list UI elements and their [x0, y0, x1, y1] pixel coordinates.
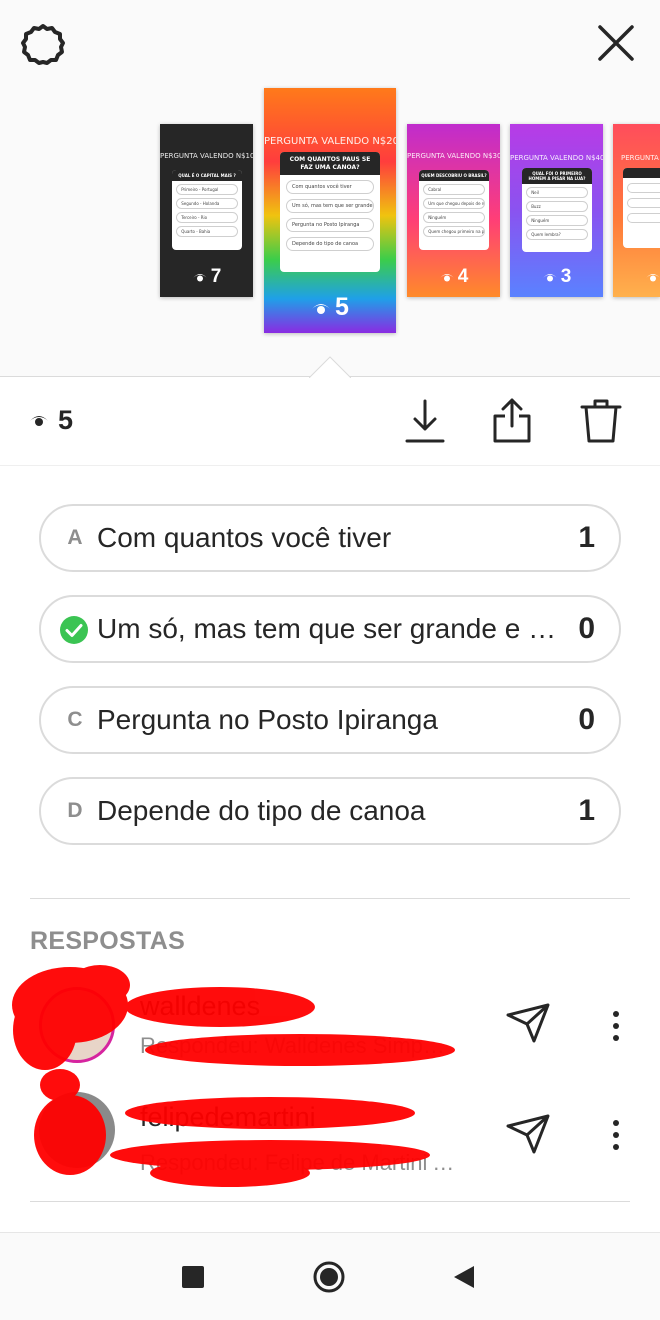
send-icon[interactable]: [506, 1003, 550, 1043]
thumbnail-question: QUAL É O CAPITAL MAIS ?: [172, 170, 242, 181]
view-count: 5: [58, 405, 74, 435]
option-text: Com quantos você tiver: [97, 522, 392, 553]
thumbnail-views-number: 3: [560, 266, 572, 287]
option-letter: D: [67, 799, 83, 822]
story-thumbnail-2-selected[interactable]: PERGUNTA VALENDO N$2000 COM QUANTOS PAUS…: [264, 88, 396, 333]
thumbnail-option: Terceiro - Rio: [176, 212, 238, 223]
avatar[interactable]: [39, 987, 115, 1063]
story-stats-bar: [0, 378, 660, 466]
thumbnail-poll-card: [623, 168, 660, 248]
thumbnail-poll-card: QUEM DESCOBRIU O BRASIL? Cabral Um que c…: [419, 170, 489, 250]
divider: [30, 1201, 630, 1202]
thumbnail-option: Cabral: [423, 184, 485, 195]
thumbnail-header: PERGUNTA VALENDO N$1000: [160, 152, 253, 160]
story-thumbnail-3[interactable]: PERGUNTA VALENDO N$3000 QUEM DESCOBRIU O…: [407, 124, 500, 297]
thumbnail-option: Primeiro - Portugal: [176, 184, 238, 195]
eye-icon: [192, 273, 207, 282]
thumbnail-option: [626, 183, 660, 193]
share-icon[interactable]: [491, 396, 533, 444]
thumbnail-view-count: 3: [510, 266, 603, 288]
poll-option-d[interactable]: D Depende do tipo de canoa 1: [39, 777, 621, 845]
thumbnail-views-number: 5: [335, 293, 349, 321]
response-row[interactable]: walldenes Respondeu: Walldenes Simpson..…: [0, 975, 660, 1075]
thumbnail-option: Quem lembra?: [526, 229, 588, 240]
option-count: 1: [578, 794, 595, 827]
thumbnail-view-count: 5: [264, 293, 396, 322]
story-thumbnail-1[interactable]: PERGUNTA VALENDO N$1000 QUAL É O CAPITAL…: [160, 124, 253, 297]
thumbnail-question: COM QUANTOS PAUS SE FAZ UMA CANOA?: [280, 152, 380, 175]
selection-pointer: [309, 356, 351, 378]
thumbnail-view-count: 7: [160, 266, 253, 288]
eye-icon: [439, 273, 454, 282]
recent-apps-square-icon[interactable]: [182, 1266, 204, 1288]
story-thumbnail-5[interactable]: PERGUNTA VALE: [613, 124, 660, 297]
thumbnail-option: Neil: [526, 187, 588, 198]
option-text: Depende do tipo de canoa: [97, 795, 426, 826]
response-subtitle: Respondeu: Felipe de Martini Amp...: [140, 1150, 455, 1175]
thumbnail-option: [626, 213, 660, 223]
option-text: Um só, mas tem que ser grande e grosso: [97, 613, 567, 644]
thumbnail-views-number: 7: [210, 266, 222, 287]
option-count: 1: [578, 521, 595, 554]
thumbnail-poll-card: QUAL FOI O PRIMEIRO HOMEM A PISAR NA LUA…: [522, 168, 592, 252]
home-circle-icon[interactable]: [312, 1260, 346, 1294]
eye-icon: [542, 273, 557, 282]
thumbnail-views-number: 4: [457, 266, 469, 287]
more-options-icon[interactable]: [606, 1118, 626, 1152]
thumbnail-option: Ninguém: [526, 215, 588, 226]
thumbnail-poll-card: QUAL É O CAPITAL MAIS ? Primeiro - Portu…: [172, 170, 242, 250]
more-options-icon[interactable]: [606, 1009, 626, 1043]
thumbnail-question: QUEM DESCOBRIU O BRASIL?: [419, 170, 489, 181]
eye-icon: [30, 416, 48, 426]
back-triangle-icon[interactable]: [452, 1264, 476, 1290]
thumbnail-option: Um só, mas tem que ser grande e grosso: [286, 199, 374, 213]
responses-title: RESPOSTAS: [30, 927, 186, 955]
thumbnail-header: PERGUNTA VALENDO N$2000: [264, 136, 396, 147]
settings-gear-icon[interactable]: [20, 22, 66, 68]
response-subtitle: Respondeu: Walldenes Simpson...: [140, 1033, 455, 1058]
thumbnail-view-count: 4: [407, 266, 500, 288]
thumbnail-option: Buzz: [526, 201, 588, 212]
thumbnail-option: Com quantos você tiver: [286, 180, 374, 194]
option-letter: C: [67, 708, 83, 731]
story-thumbnail-4[interactable]: PERGUNTA VALENDO N$4000 QUAL FOI O PRIME…: [510, 124, 603, 297]
eye-icon: [312, 304, 331, 315]
response-username[interactable]: felipedemartini: [140, 1102, 316, 1133]
poll-option-b-correct[interactable]: Um só, mas tem que ser grande e grosso 0: [39, 595, 621, 663]
option-letter: A: [67, 526, 83, 549]
divider: [30, 898, 630, 899]
close-icon[interactable]: [595, 22, 637, 64]
thumbnail-option: [626, 198, 660, 208]
thumbnail-option: Ninguém: [423, 212, 485, 223]
thumbnail-poll-card: COM QUANTOS PAUS SE FAZ UMA CANOA? Com q…: [280, 152, 380, 272]
trash-icon[interactable]: [580, 398, 622, 444]
thumbnail-header: PERGUNTA VALENDO N$4000: [510, 154, 603, 162]
response-row[interactable]: felipedemartini Respondeu: Felipe de Mar…: [0, 1082, 660, 1182]
download-icon[interactable]: [404, 398, 446, 444]
correct-check-icon: [60, 616, 88, 644]
eye-icon: [646, 274, 660, 282]
thumbnail-question: QUAL FOI O PRIMEIRO HOMEM A PISAR NA LUA…: [522, 168, 592, 184]
thumbnail-header: PERGUNTA VALENDO N$3000: [407, 152, 500, 160]
thumbnail-option: Quarto - Bahia: [176, 226, 238, 237]
thumbnail-option: Depende do tipo de canoa: [286, 237, 374, 251]
option-count: 0: [578, 612, 595, 645]
thumbnail-question: [623, 168, 660, 178]
poll-option-c[interactable]: C Pergunta no Posto Ipiranga 0: [39, 686, 621, 754]
thumbnail-header: PERGUNTA VALE: [621, 154, 660, 162]
thumbnail-option: Segundo - Holanda: [176, 198, 238, 209]
send-icon[interactable]: [506, 1114, 550, 1154]
thumbnail-option: Pergunta no Posto Ipiranga: [286, 218, 374, 232]
poll-option-a[interactable]: A Com quantos você tiver 1: [39, 504, 621, 572]
option-count: 0: [578, 703, 595, 736]
thumbnail-option: Um que chegou depois de navegar: [423, 198, 485, 209]
avatar[interactable]: [39, 1092, 115, 1168]
response-username[interactable]: walldenes: [140, 991, 260, 1022]
thumbnail-option: Quem chegou primeiro na praia: [423, 226, 485, 237]
option-text: Pergunta no Posto Ipiranga: [97, 704, 438, 735]
